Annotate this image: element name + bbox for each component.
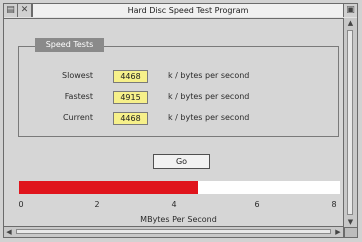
tick-label: 6 bbox=[254, 200, 260, 209]
tick-label: 8 bbox=[331, 200, 337, 209]
current-label: Current bbox=[62, 113, 93, 122]
speed-bar-fill bbox=[19, 181, 198, 194]
tick-label: 0 bbox=[18, 200, 24, 209]
speed-bar bbox=[19, 181, 340, 194]
current-unit: k / bytes per second bbox=[168, 113, 250, 122]
toggle-size-icon[interactable]: ▣ bbox=[343, 4, 357, 17]
fastest-unit: k / bytes per second bbox=[168, 92, 250, 101]
resize-handle-icon[interactable] bbox=[344, 227, 357, 237]
scroll-up-icon[interactable]: ▲ bbox=[344, 18, 357, 28]
window-title-field[interactable]: Hard Disc Speed Test Program bbox=[32, 4, 343, 17]
slowest-unit: k / bytes per second bbox=[168, 71, 250, 80]
horizontal-scroll-thumb[interactable] bbox=[16, 229, 331, 234]
fastest-label: Fastest bbox=[64, 92, 93, 101]
slowest-value: 4468 bbox=[113, 70, 148, 83]
fastest-value: 4915 bbox=[113, 91, 148, 104]
vertical-scrollbar[interactable]: ▲ ▼ bbox=[343, 18, 357, 237]
speed-axis-label: MBytes Per Second bbox=[140, 215, 217, 224]
back-icon[interactable]: ▤ bbox=[4, 4, 18, 17]
speed-tests-tab: Speed Tests bbox=[35, 38, 104, 52]
slowest-label: Slowest bbox=[62, 71, 93, 80]
tick-label: 2 bbox=[94, 200, 100, 209]
speed-test-window: ▤ ✕ Hard Disc Speed Test Program ▣ Speed… bbox=[3, 3, 358, 238]
scroll-left-icon[interactable]: ◀ bbox=[4, 227, 14, 237]
window-title: Hard Disc Speed Test Program bbox=[124, 6, 252, 15]
current-value: 4468 bbox=[113, 112, 148, 125]
tick-label: 4 bbox=[171, 200, 177, 209]
title-bar[interactable]: ▤ ✕ Hard Disc Speed Test Program ▣ bbox=[4, 4, 357, 19]
horizontal-scrollbar[interactable]: ◀ ▶ bbox=[4, 226, 343, 237]
vertical-scroll-thumb[interactable] bbox=[347, 30, 353, 215]
go-button[interactable]: Go bbox=[153, 154, 210, 169]
scroll-right-icon[interactable]: ▶ bbox=[333, 227, 343, 237]
close-icon[interactable]: ✕ bbox=[18, 4, 32, 17]
scroll-down-icon[interactable]: ▼ bbox=[344, 217, 357, 227]
